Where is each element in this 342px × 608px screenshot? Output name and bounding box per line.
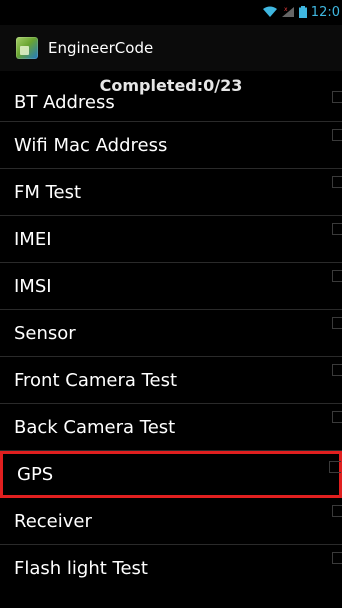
wifi-icon: [262, 3, 277, 22]
checkbox[interactable]: [329, 461, 341, 473]
list-item-label: Wifi Mac Address: [14, 134, 168, 156]
list-item-gps[interactable]: GPS: [0, 451, 342, 498]
list-item-label: Back Camera Test: [14, 416, 176, 438]
checkbox[interactable]: [332, 91, 342, 103]
list-item-front-camera-test[interactable]: Front Camera Test: [0, 357, 342, 404]
list-item-label: GPS: [17, 464, 54, 485]
checkbox[interactable]: [332, 270, 342, 282]
checkbox[interactable]: [332, 176, 342, 188]
status-icons: x 12:0: [262, 3, 340, 22]
svg-text:x: x: [284, 6, 288, 13]
list-item-label: Flash light Test: [14, 558, 148, 579]
list-item-label: Receiver: [14, 510, 92, 532]
list-item-label: FM Test: [14, 181, 82, 203]
status-bar: x 12:0: [0, 0, 342, 25]
list-item-back-camera-test[interactable]: Back Camera Test: [0, 404, 342, 451]
signal-icon: x: [281, 3, 295, 22]
checkbox[interactable]: [332, 364, 342, 376]
checkbox[interactable]: [332, 223, 342, 235]
app-title: EngineerCode: [48, 39, 154, 57]
list-item-flash-light-test[interactable]: Flash light Test: [0, 545, 342, 592]
list-item-label: IMSI: [14, 275, 52, 297]
list-item-imei[interactable]: IMEI: [0, 216, 342, 263]
checkbox[interactable]: [332, 317, 342, 329]
list-item-receiver[interactable]: Receiver: [0, 498, 342, 545]
list-item-label: Sensor: [14, 322, 76, 344]
app-icon: [16, 37, 38, 59]
list-item-imsi[interactable]: IMSI: [0, 263, 342, 310]
list-item-fm-test[interactable]: FM Test: [0, 169, 342, 216]
checkbox[interactable]: [332, 505, 342, 517]
list-item-label: BT Address: [14, 92, 115, 113]
app-bar: EngineerCode: [0, 25, 342, 71]
checkbox[interactable]: [332, 129, 342, 141]
list-item-bt-address[interactable]: BT Address: [0, 84, 342, 122]
status-time: 12:0: [310, 5, 340, 20]
list-item-label: Front Camera Test: [14, 369, 178, 391]
test-list: BT Address Wifi Mac Address FM Test IMEI…: [0, 84, 342, 592]
list-item-sensor[interactable]: Sensor: [0, 310, 342, 357]
battery-icon: [298, 3, 307, 22]
list-item-wifi-mac-address[interactable]: Wifi Mac Address: [0, 122, 342, 169]
checkbox[interactable]: [332, 552, 342, 564]
list-item-label: IMEI: [14, 228, 52, 250]
checkbox[interactable]: [332, 411, 342, 423]
